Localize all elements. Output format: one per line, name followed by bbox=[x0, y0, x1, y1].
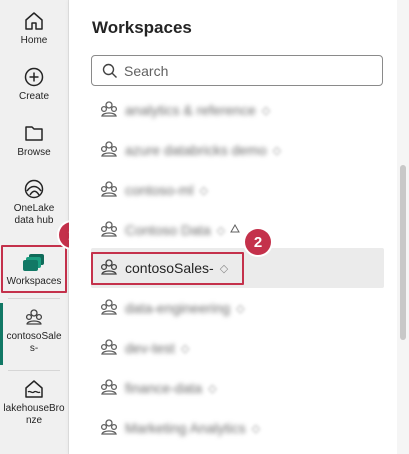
workspace-row[interactable]: data-engineering ◇ bbox=[91, 288, 384, 328]
flyout-title: Workspaces bbox=[92, 18, 192, 37]
nav-onelake[interactable]: OneLake data hub bbox=[0, 178, 68, 227]
callout-highlight-workspaces bbox=[1, 245, 67, 293]
scroll-thumb[interactable] bbox=[400, 165, 406, 340]
workspace-row[interactable]: azure databricks demo ◇ bbox=[91, 130, 384, 170]
rail-divider bbox=[8, 370, 60, 371]
workspace-name: contoso-ml bbox=[125, 182, 194, 198]
nav-rail: Home Create Browse OneLake data hub Work… bbox=[0, 0, 69, 454]
nav-home-label: Home bbox=[20, 35, 48, 46]
recycle-icon bbox=[230, 224, 240, 233]
workspace-row[interactable]: finance-data ◇ bbox=[91, 368, 384, 408]
home-icon bbox=[25, 12, 43, 30]
workspace-icon bbox=[100, 221, 118, 237]
workspace-name: analytics & reference bbox=[125, 102, 256, 118]
nav-create-label: Create bbox=[18, 91, 49, 102]
premium-icon: ◇ bbox=[180, 342, 190, 355]
plus-circle-icon bbox=[24, 67, 44, 87]
workspace-name: Contoso Data bbox=[125, 222, 211, 238]
workspace-icon bbox=[100, 339, 118, 355]
nav-contoso-sales[interactable]: contosoSales- bbox=[0, 308, 68, 355]
nav-onelake-label: OneLake data hub bbox=[13, 203, 55, 226]
workspace-name: data-engineering bbox=[125, 300, 231, 316]
workspace-name: dev-test bbox=[125, 340, 175, 356]
premium-icon: ◇ bbox=[251, 422, 261, 435]
nav-create[interactable]: Create bbox=[0, 66, 68, 103]
workspace-icon bbox=[100, 419, 118, 435]
workspace-name: azure databricks demo bbox=[125, 142, 267, 158]
search-icon bbox=[102, 63, 117, 78]
onelake-icon bbox=[24, 179, 44, 199]
nav-contoso-label: contosoSales- bbox=[6, 331, 62, 354]
workspace-icon bbox=[100, 101, 118, 117]
nav-home[interactable]: Home bbox=[0, 10, 68, 47]
workspaces-flyout: Workspaces analytics & reference ◇ azure… bbox=[69, 0, 397, 454]
workspace-name: Marketing Analytics bbox=[125, 420, 246, 436]
premium-icon: ◇ bbox=[261, 104, 271, 117]
nav-browse[interactable]: Browse bbox=[0, 122, 68, 159]
premium-icon: ◇ bbox=[199, 184, 208, 197]
callout-highlight-contoso bbox=[91, 252, 244, 285]
search-box[interactable] bbox=[91, 55, 383, 86]
workspace-icon bbox=[25, 309, 43, 325]
scrollbar[interactable] bbox=[397, 0, 409, 454]
workspace-icon bbox=[100, 299, 118, 315]
premium-icon: ◇ bbox=[236, 302, 245, 315]
workspace-icon bbox=[100, 379, 118, 395]
workspace-row[interactable]: Contoso Data ◇ bbox=[91, 210, 384, 250]
folder-icon bbox=[25, 126, 43, 141]
workspace-icon bbox=[100, 141, 118, 157]
premium-icon: ◇ bbox=[216, 224, 226, 237]
nav-browse-label: Browse bbox=[17, 147, 51, 158]
nav-lakehouse-label: lakehouseBronze bbox=[3, 403, 65, 426]
workspace-row[interactable]: analytics & reference ◇ bbox=[91, 94, 384, 130]
callout-badge-2: 2 bbox=[245, 229, 271, 255]
search-input[interactable] bbox=[124, 62, 364, 79]
premium-icon: ◇ bbox=[208, 382, 217, 395]
rail-divider bbox=[8, 298, 60, 299]
workspace-row[interactable]: Marketing Analytics ◇ bbox=[91, 408, 384, 448]
workspace-icon bbox=[100, 181, 118, 197]
lakehouse-icon bbox=[25, 380, 43, 398]
nav-lakehouse-bronze[interactable]: lakehouseBronze bbox=[0, 378, 68, 427]
workspace-row[interactable]: dev-test ◇ bbox=[91, 328, 384, 368]
workspace-name: finance-data bbox=[125, 380, 203, 396]
workspace-row[interactable]: contoso-ml ◇ bbox=[91, 170, 384, 210]
premium-icon: ◇ bbox=[272, 144, 282, 157]
